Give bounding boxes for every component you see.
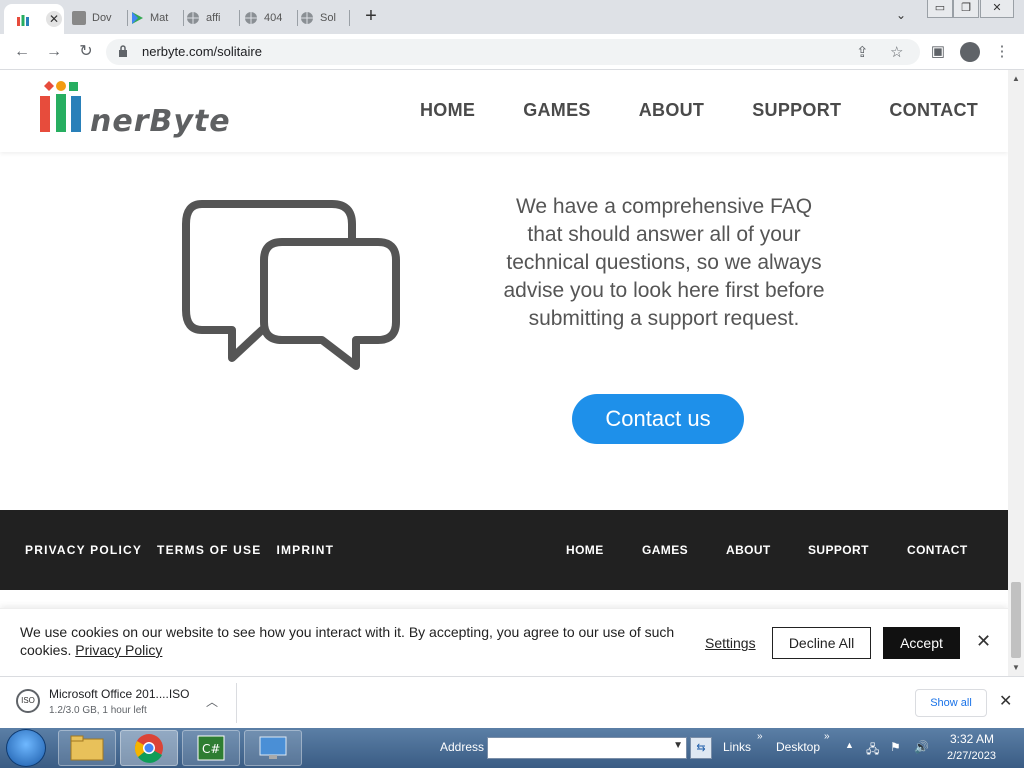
share-icon[interactable]: ⇪	[856, 43, 869, 61]
tray-expand-icon[interactable]: ▲	[845, 740, 854, 750]
site-footer: PRIVACY POLICY TERMS OF USE IMPRINT HOME…	[0, 510, 1008, 590]
download-status: 1.2/3.0 GB, 1 hour left	[49, 705, 147, 716]
show-all-downloads-button[interactable]: Show all	[915, 689, 987, 717]
scroll-thumb[interactable]	[1011, 582, 1021, 658]
taskbar-chrome[interactable]	[120, 730, 178, 766]
footer-contact[interactable]: CONTACT	[907, 543, 968, 557]
reload-icon[interactable]: ↻	[76, 42, 96, 62]
download-filename[interactable]: Microsoft Office 201....ISO	[49, 687, 190, 701]
play-store-icon	[132, 12, 143, 24]
address-toolbar-label: Address	[440, 740, 485, 754]
iso-file-icon: ISO	[16, 689, 40, 713]
download-shelf-close-icon[interactable]: ✕	[999, 691, 1012, 711]
back-icon[interactable]: ←	[12, 42, 32, 62]
links-toolbar[interactable]: Links	[723, 740, 751, 754]
privacy-policy-link[interactable]: Privacy Policy	[75, 642, 162, 658]
nav-support[interactable]: SUPPORT	[752, 100, 841, 121]
lock-icon	[119, 45, 127, 57]
taskbar-address-input[interactable]: ▼	[487, 737, 687, 759]
tab-solitaire[interactable]: Sol	[300, 4, 350, 32]
taskbar-control-panel[interactable]	[244, 730, 302, 766]
network-icon[interactable]: 🖧	[866, 740, 879, 761]
dropdown-arrow-icon[interactable]: ▼	[673, 740, 683, 751]
desktop-chevron-icon[interactable]: »	[824, 731, 830, 742]
logo-wordmark: nerByte	[90, 104, 231, 139]
links-chevron-icon[interactable]: »	[757, 731, 763, 742]
globe-icon	[301, 12, 313, 24]
menu-kebab-icon[interactable]: ⋮	[992, 42, 1012, 62]
address-bar[interactable]: nerbyte.com/solitaire ⇪ ☆	[106, 39, 920, 65]
download-favicon-icon	[72, 11, 86, 25]
control-panel-icon	[259, 736, 287, 759]
chat-bubbles-icon	[182, 200, 400, 370]
cookie-banner: We use cookies on our website to see how…	[0, 608, 1008, 676]
decline-all-button[interactable]: Decline All	[772, 627, 871, 659]
taskbar-csharp-app[interactable]: C#	[182, 730, 240, 766]
download-shelf: ISO Microsoft Office 201....ISO 1.2/3.0 …	[0, 676, 1024, 728]
main-nav: HOME GAMES ABOUT SUPPORT CONTACT	[420, 100, 978, 121]
footer-about[interactable]: ABOUT	[726, 543, 771, 557]
globe-icon	[187, 12, 199, 24]
footer-support[interactable]: SUPPORT	[808, 543, 869, 557]
download-menu-chevron-icon[interactable]: ︿	[206, 693, 218, 710]
start-orb-icon[interactable]	[6, 729, 46, 767]
scroll-down-arrow-icon[interactable]: ▼	[1012, 663, 1020, 672]
chrome-icon	[134, 734, 163, 763]
bookmark-star-icon[interactable]: ☆	[890, 43, 903, 61]
svg-text:C#: C#	[202, 742, 220, 756]
cookie-message: We use cookies on our website to see how…	[20, 624, 675, 658]
clock-date[interactable]: 2/27/2023	[947, 750, 996, 762]
new-tab-icon[interactable]: +	[360, 6, 382, 28]
nerbyte-favicon-icon	[17, 15, 29, 26]
accept-button[interactable]: Accept	[883, 627, 960, 659]
nav-games[interactable]: GAMES	[523, 100, 591, 121]
logo-bars-icon	[40, 81, 81, 132]
contact-us-button[interactable]: Contact us	[572, 394, 744, 444]
globe-icon	[245, 12, 257, 24]
footer-terms-of-use[interactable]: TERMS OF USE	[157, 543, 261, 557]
site-header: nerByte HOME GAMES ABOUT SUPPORT CONTACT	[0, 70, 1008, 152]
nerbyte-logo[interactable]: nerByte	[38, 78, 248, 144]
page-scrollbar[interactable]: ▲ ▼	[1008, 70, 1024, 676]
footer-legal-links: PRIVACY POLICY TERMS OF USE IMPRINT	[25, 543, 349, 557]
page-viewport: nerByte HOME GAMES ABOUT SUPPORT CONTACT…	[0, 70, 1008, 676]
clock-time[interactable]: 3:32 AM	[950, 732, 994, 746]
minimize-icon[interactable]: ▭	[927, 0, 953, 18]
footer-imprint[interactable]: IMPRINT	[276, 543, 334, 557]
faq-description: We have a comprehensive FAQ that should …	[503, 195, 825, 330]
window-close-icon[interactable]: ✕	[980, 0, 1014, 18]
action-center-flag-icon[interactable]: ⚑	[890, 740, 901, 754]
side-panel-icon[interactable]: ▣	[928, 42, 948, 62]
tab-play-store[interactable]: Mat	[130, 4, 184, 32]
browser-toolbar: ← → ↻ nerbyte.com/solitaire ⇪ ☆ ▣ ⋮	[0, 34, 1024, 70]
tab-affiliate[interactable]: affi	[186, 4, 240, 32]
footer-games[interactable]: GAMES	[642, 543, 688, 557]
nav-home[interactable]: HOME	[420, 100, 475, 121]
profile-avatar-icon[interactable]	[960, 42, 980, 62]
forward-icon[interactable]: →	[44, 42, 64, 62]
address-go-icon[interactable]: ⇆	[690, 737, 712, 759]
footer-home[interactable]: HOME	[566, 543, 604, 557]
restore-icon[interactable]: ❐	[953, 0, 979, 18]
url-text: nerbyte.com/solitaire	[142, 44, 262, 59]
taskbar: C# Address ▼ ⇆ Links » Desktop » ▲ 🖧 ⚑ 🔊…	[0, 728, 1024, 768]
cookie-close-icon[interactable]: ✕	[976, 631, 991, 652]
nav-about[interactable]: ABOUT	[639, 100, 705, 121]
taskbar-explorer[interactable]	[58, 730, 116, 766]
volume-icon[interactable]: 🔊	[914, 740, 929, 754]
tab-close-icon[interactable]: ✕	[46, 11, 62, 27]
tab-nerbyte[interactable]: ✕	[4, 4, 64, 34]
tab-404[interactable]: 404	[244, 4, 298, 32]
tab-search-chevron-icon[interactable]: ⌄	[896, 8, 906, 22]
cookie-settings-link[interactable]: Settings	[705, 635, 756, 651]
footer-privacy-policy[interactable]: PRIVACY POLICY	[25, 543, 142, 557]
tab-strip: ✕ Dov Mat affi 404 Sol + ⌄ ▭ ❐ ✕	[0, 0, 1024, 34]
nav-contact[interactable]: CONTACT	[889, 100, 978, 121]
tab-download[interactable]: Dov	[72, 4, 128, 32]
csharp-app-icon: C#	[197, 735, 225, 761]
desktop-toolbar[interactable]: Desktop	[776, 740, 820, 754]
scroll-up-arrow-icon[interactable]: ▲	[1012, 74, 1020, 83]
folder-icon	[70, 735, 104, 761]
